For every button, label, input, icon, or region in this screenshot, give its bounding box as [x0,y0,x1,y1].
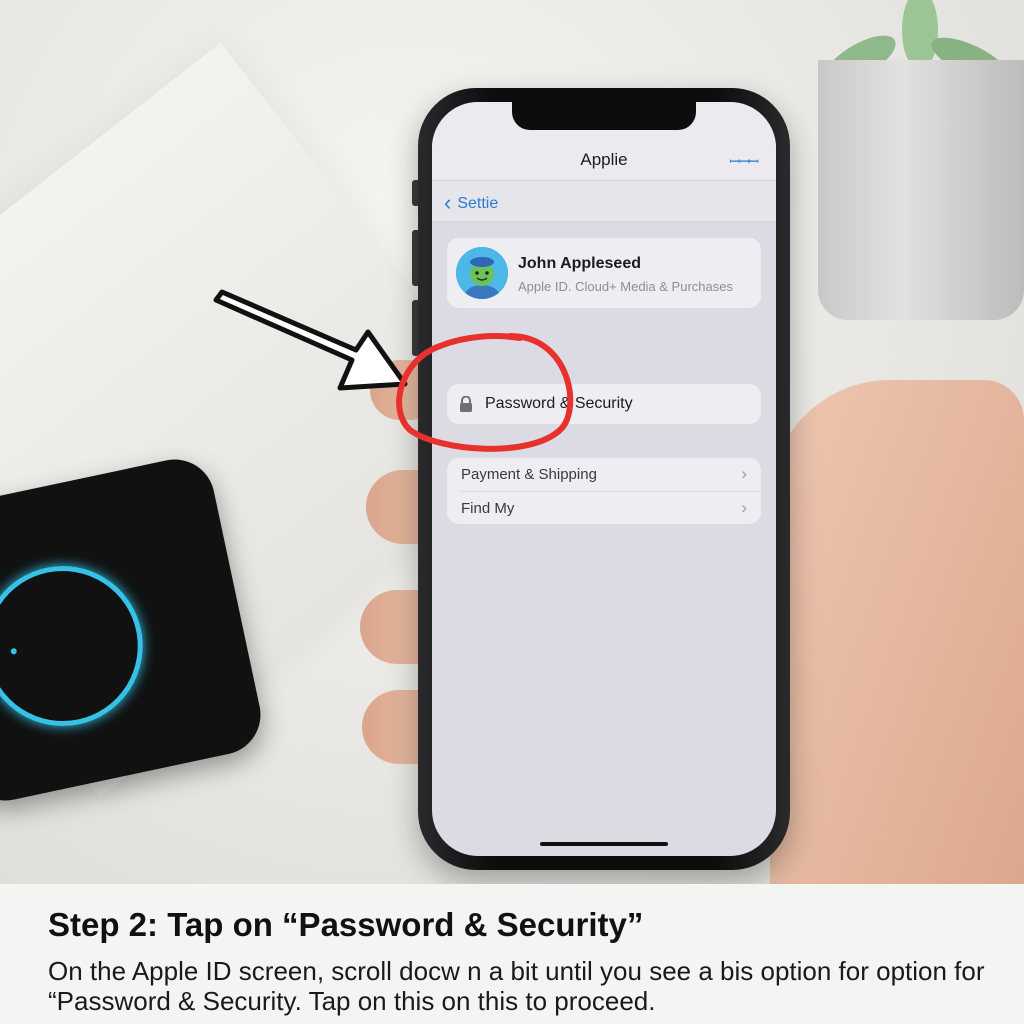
home-indicator[interactable] [540,842,668,846]
smartphone: Applie ꟷꟷꟷ ‹ Settie John Appleseed Apple… [418,88,790,870]
nav-action-icon[interactable]: ꟷꟷꟷ [729,152,759,170]
list-item-label: Payment & Shipping [461,466,597,483]
plant-pot [818,60,1024,320]
password-security-label: Password & Security [485,395,633,412]
back-button[interactable]: ‹ Settie [444,190,498,216]
profile-name: John Appleseed [518,255,641,272]
photo-scene: Applie ꟷꟷꟷ ‹ Settie John Appleseed Apple… [0,0,1024,884]
apple-id-profile-card[interactable]: John Appleseed Apple ID. Cloud+ Media & … [447,238,761,308]
avatar-illustration [456,247,508,299]
charger-ring-light [0,551,158,741]
list-item-label: Find My [461,500,515,517]
profile-subtitle: Apple ID. Cloud+ Media & Purchases [518,279,733,294]
chevron-left-icon: ‹ [444,190,452,215]
settings-list: Payment & Shipping › Find My › [447,458,761,524]
nav-title: Applie [580,150,628,169]
chevron-right-icon: › [741,498,747,517]
list-item-find-my[interactable]: Find My › [447,492,761,525]
password-security-row[interactable]: Password & Security [447,384,761,424]
back-label: Settie [457,195,499,212]
chevron-right-icon: › [741,464,747,483]
hand-palm [770,380,1024,884]
step-title: Step 2: Tap on “Password & Security” [48,906,644,943]
phone-notch [512,102,696,130]
avatar [456,247,508,299]
lock-icon [460,396,472,412]
step-description: On the Apple ID screen, scroll docw n a … [48,956,985,1016]
list-item-payment-shipping[interactable]: Payment & Shipping › [447,458,761,491]
phone-screen: Applie ꟷꟷꟷ ‹ Settie John Appleseed Apple… [432,102,776,856]
